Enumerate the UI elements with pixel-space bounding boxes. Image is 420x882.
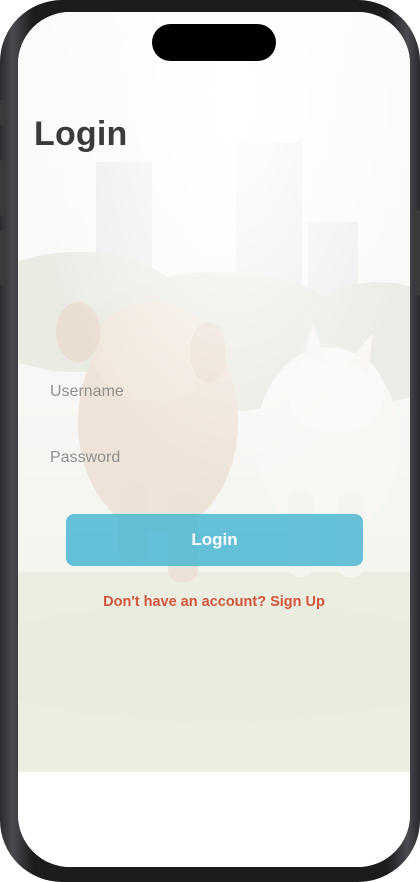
bottom-area — [18, 772, 410, 867]
volume-up-button — [0, 160, 6, 216]
password-input[interactable] — [50, 443, 370, 473]
dynamic-island — [152, 24, 276, 61]
page-title: Login — [34, 115, 128, 153]
volume-down-button — [0, 230, 6, 286]
phone-frame: Login Login Don't have an account? Sign … — [0, 0, 420, 882]
silent-switch — [0, 100, 6, 126]
login-button[interactable]: Login — [66, 514, 363, 566]
signup-link[interactable]: Don't have an account? Sign Up — [18, 594, 410, 610]
power-button — [414, 210, 420, 296]
username-input[interactable] — [50, 377, 370, 407]
app-screen: Login Login Don't have an account? Sign … — [18, 12, 410, 867]
